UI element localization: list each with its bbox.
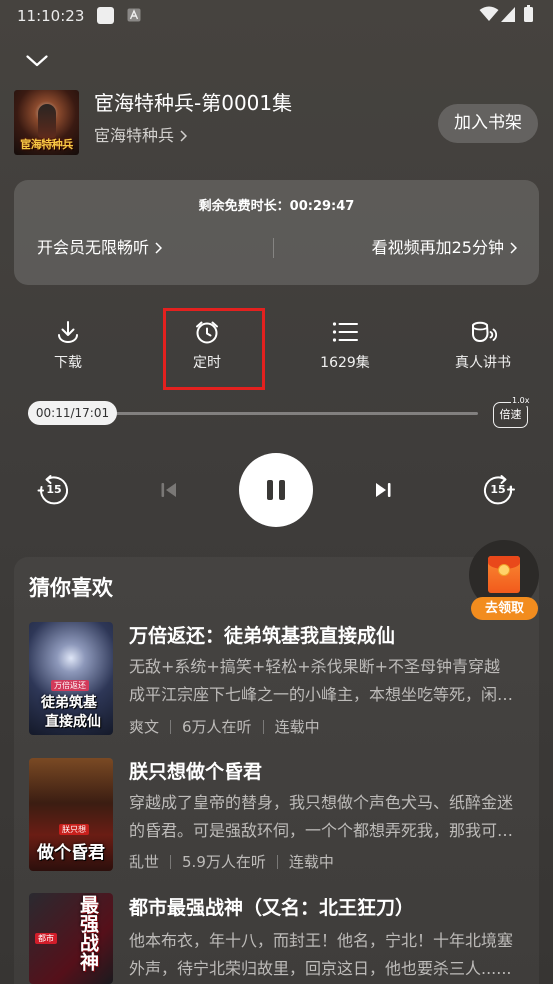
- book-cover[interactable]: 都市 最强战神: [29, 893, 113, 984]
- serial-status: 连载中: [288, 853, 334, 871]
- claim-reward-button[interactable]: 去领取: [471, 597, 538, 620]
- human-narration-button[interactable]: 真人讲书: [433, 308, 533, 388]
- book-title[interactable]: 万倍返还：徒弟筑基我直接成仙: [129, 623, 395, 649]
- book-cover-thumbnail: 宦海特种兵: [14, 90, 79, 155]
- skip-previous-button[interactable]: [159, 480, 179, 500]
- download-button[interactable]: 下载: [18, 308, 118, 388]
- vip-link-label: 开会员无限畅听: [37, 238, 150, 257]
- download-label: 下载: [54, 355, 82, 371]
- listener-count: 5.9万人在听: [182, 853, 266, 871]
- skip-next-button[interactable]: [373, 480, 393, 500]
- episode-list-button[interactable]: 1629集: [295, 308, 395, 388]
- progress-thumb[interactable]: 00:11/17:01: [28, 401, 117, 425]
- episode-count-label: 1629集: [320, 355, 370, 371]
- book-title[interactable]: 朕只想做个昏君: [129, 759, 262, 785]
- skip-next-icon: [376, 483, 391, 497]
- separator: [170, 855, 172, 869]
- episode-title: 宦海特种兵-第0001集: [94, 91, 293, 115]
- listener-count: 6万人在听: [182, 718, 252, 736]
- wifi-icon: [479, 6, 499, 22]
- playback-speed-value: 1.0x: [511, 396, 531, 406]
- pause-icon: [267, 480, 273, 500]
- cover-lettering: 万倍返还: [51, 680, 89, 691]
- vip-unlimited-link[interactable]: 开会员无限畅听: [37, 236, 163, 260]
- serial-status: 连载中: [274, 718, 320, 736]
- book-link-label: 宦海特种兵: [94, 126, 175, 145]
- chevron-right-icon: [510, 242, 517, 254]
- skip-previous-icon: [161, 483, 176, 497]
- separator: [276, 855, 278, 869]
- book-description: 穿越成了皇帝的替身，我只想做个声色犬马、纸醉金迷的昏君。可是强敌环伺，一个个都想…: [129, 793, 514, 840]
- play-pause-button[interactable]: [239, 453, 313, 527]
- book-link[interactable]: 宦海特种兵: [94, 124, 188, 148]
- signal-icon: [501, 7, 515, 22]
- chevron-right-icon: [155, 242, 163, 254]
- book-meta: 爽文 6万人在听 连载中: [129, 715, 320, 739]
- a-icon: [127, 8, 141, 22]
- book-description: 他本布衣，年十八，而封王！他名，宁北！十年北境塞外声，待宁北荣归故里，回京这日，…: [129, 931, 514, 978]
- red-envelope-icon[interactable]: [488, 556, 520, 593]
- cover-lettering: 徒弟筑基: [41, 695, 97, 711]
- rewind-15-button[interactable]: 15: [37, 473, 71, 507]
- battery-icon: [524, 5, 533, 22]
- cover-lettering: 宦海特种兵: [20, 138, 73, 151]
- remaining-time: 00:29:47: [289, 199, 355, 214]
- human-narration-label: 真人讲书: [455, 355, 511, 371]
- cover-lettering: 直接成仙: [45, 714, 101, 730]
- book-cover[interactable]: 万倍返还 徒弟筑基 直接成仙: [29, 622, 113, 735]
- video-link-label: 看视频再加25分钟: [371, 238, 504, 257]
- watch-video-link[interactable]: 看视频再加25分钟: [372, 236, 517, 260]
- rewind-seconds: 15: [46, 483, 62, 496]
- cover-lettering: 做个昏君: [37, 843, 105, 863]
- separator: [262, 720, 264, 734]
- cover-lettering: 最强战神: [77, 895, 99, 971]
- genre-tag: 爽文: [129, 718, 160, 736]
- chevron-down-icon[interactable]: [26, 55, 48, 67]
- remaining-free-time: 剩余免费时长：00:29:47: [14, 197, 539, 217]
- highlight-box: [163, 308, 265, 390]
- cover-lettering: 朕只想: [59, 824, 89, 835]
- human-narration-icon: [469, 318, 497, 346]
- free-time-panel: 剩余免费时长：00:29:47 开会员无限畅听 看视频再加25分钟: [14, 180, 539, 285]
- episode-list-icon: [331, 318, 359, 346]
- download-icon: [54, 318, 82, 346]
- book-title[interactable]: 都市最强战神（又名：北王狂刀）: [129, 895, 414, 921]
- divider: [273, 238, 274, 258]
- book-meta: 乱世 5.9万人在听 连载中: [129, 850, 334, 874]
- recommendations-title: 猜你喜欢: [29, 576, 113, 600]
- remaining-label: 剩余免费时长：: [198, 199, 290, 214]
- forward-seconds: 15: [490, 483, 506, 496]
- forward-15-button[interactable]: 15: [481, 473, 515, 507]
- cover-lettering: 都市: [35, 933, 57, 944]
- chevron-right-icon: [180, 130, 188, 142]
- pause-icon-bar: [279, 480, 285, 500]
- book-description: 无敌+系统+搞笑+轻松+杀伐果断+不圣母钟青穿越成平江宗座下七峰之一的小峰主，本…: [129, 657, 514, 704]
- square-icon: [97, 7, 114, 24]
- status-time: 11:10:23: [17, 7, 85, 25]
- separator: [170, 720, 172, 734]
- add-to-shelf-button[interactable]: 加入书架: [438, 104, 538, 143]
- book-cover[interactable]: 朕只想 做个昏君: [29, 758, 113, 871]
- genre-tag: 乱世: [129, 853, 160, 871]
